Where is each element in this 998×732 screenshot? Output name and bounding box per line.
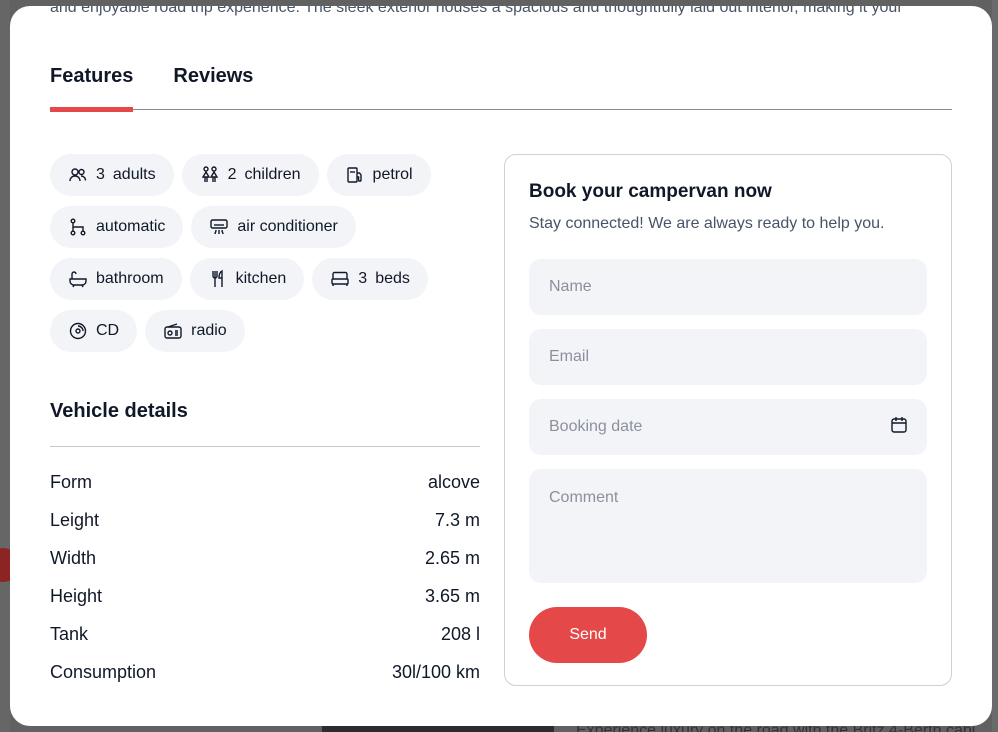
detail-row: Height 3.65 m [50, 586, 480, 624]
detail-label: Tank [50, 624, 89, 644]
booking-date-field[interactable] [529, 399, 927, 455]
booking-title: Book your campervan now [529, 181, 772, 202]
features-list: 3 adults 2 children petrol automatic air… [50, 154, 480, 352]
feature-chip-bathroom: bathroom [50, 258, 182, 300]
detail-value: 208 l [440, 624, 480, 644]
feature-label: bathroom [96, 270, 164, 287]
send-button[interactable]: Send [529, 607, 647, 663]
detail-value: 30l/100 km [391, 662, 480, 682]
camper-description: and enjoyable road trip experience. The … [50, 6, 903, 16]
comment-field[interactable] [529, 469, 927, 583]
feature-label: automatic [96, 218, 166, 235]
feature-label: kitchen [235, 270, 287, 287]
feature-label: adults [112, 166, 156, 183]
feature-chip-children: 2 children [181, 154, 319, 196]
detail-label: Consumption [50, 662, 157, 682]
users-icon [69, 168, 87, 182]
feature-chip-radio: radio [145, 310, 245, 352]
tab-features[interactable]: Features [50, 61, 134, 112]
feature-label: petrol [372, 166, 413, 183]
cd-icon [69, 322, 87, 340]
feature-chip-cd: CD [50, 310, 138, 352]
detail-label: Leight [50, 510, 100, 530]
background-left-strip [0, 0, 10, 732]
detail-value: alcove [427, 472, 480, 492]
feature-count: 2 [227, 166, 237, 183]
detail-row: Width 2.65 m [50, 548, 480, 586]
feature-chip-adults: 3 adults [50, 154, 174, 196]
feature-label: children [244, 166, 301, 183]
fuel-icon [346, 167, 362, 183]
vehicle-details-title: Vehicle details [50, 400, 188, 422]
tabs-bar: Features Reviews [50, 61, 952, 112]
transmission-icon [70, 218, 86, 236]
booking-subtitle: Stay connected! We are always ready to h… [529, 215, 885, 232]
air-conditioner-icon [210, 219, 229, 235]
detail-value: 7.3 m [434, 510, 480, 530]
feature-count: 3 [358, 270, 368, 287]
detail-label: Width [50, 548, 97, 568]
detail-label: Form [50, 472, 92, 492]
feature-chip-automatic: automatic [50, 206, 184, 248]
background-right-strip [992, 0, 998, 732]
feature-count: 3 [96, 166, 105, 183]
calendar-icon[interactable] [889, 415, 909, 435]
detail-row: Leight 7.3 m [50, 510, 480, 548]
detail-row: Tank 208 l [50, 624, 480, 662]
feature-chip-beds: 3 beds [312, 258, 428, 300]
feature-chip-air-conditioner: air conditioner [191, 206, 356, 248]
bed-icon [331, 271, 349, 286]
detail-row: Consumption 30l/100 km [50, 662, 480, 700]
detail-value: 3.65 m [424, 586, 480, 606]
children-icon [201, 166, 218, 182]
feature-chip-kitchen: kitchen [189, 258, 305, 300]
name-field[interactable] [529, 259, 927, 315]
divider [50, 446, 480, 447]
feature-label: CD [96, 322, 120, 339]
booking-form: Book your campervan now Stay connected! … [504, 154, 952, 686]
kitchen-icon [211, 269, 223, 287]
feature-label: radio [191, 322, 227, 339]
vehicle-details-table: Form alcove Leight 7.3 m Width 2.65 m He… [50, 472, 480, 700]
email-field[interactable] [529, 329, 927, 385]
camper-details-modal: and enjoyable road trip experience. The … [10, 6, 992, 726]
feature-label: air conditioner [237, 218, 338, 235]
bathtub-icon [69, 271, 87, 288]
detail-row: Form alcove [50, 472, 480, 510]
radio-icon [164, 323, 182, 339]
feature-chip-petrol: petrol [326, 154, 431, 196]
detail-label: Height [50, 586, 103, 606]
tab-reviews[interactable]: Reviews [173, 61, 253, 110]
detail-value: 2.65 m [424, 548, 480, 568]
feature-label: beds [375, 270, 410, 287]
